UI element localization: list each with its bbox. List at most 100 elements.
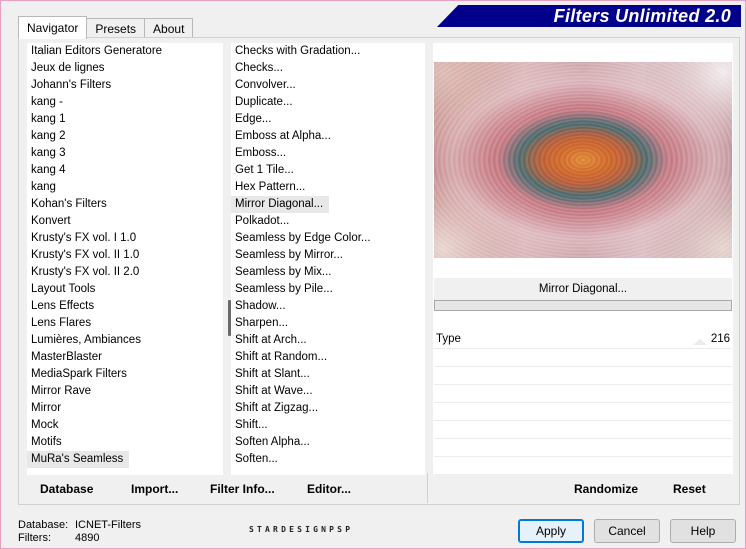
filter-item-label: Shadow... [235, 300, 286, 312]
filter-item[interactable]: Shift at Slant... [231, 366, 425, 383]
filter-item[interactable]: Edge... [231, 111, 425, 128]
tab-navigator[interactable]: Navigator [18, 16, 88, 39]
category-item[interactable]: Mirror Rave [27, 383, 223, 400]
category-item[interactable]: MasterBlaster [27, 349, 223, 366]
parameter-row-empty [434, 421, 732, 439]
filter-item[interactable]: Checks... [231, 60, 425, 77]
filter-item-label: Get 1 Tile... [235, 164, 294, 176]
filter-item[interactable]: Soften Alpha... [231, 434, 425, 451]
category-item[interactable]: kang 2 [27, 128, 223, 145]
cancel-button[interactable]: Cancel [594, 519, 660, 543]
filter-item[interactable]: Shift at Arch... [231, 332, 425, 349]
filter-item-label: Emboss... [235, 147, 287, 159]
category-item[interactable]: Lens Flares [27, 315, 223, 332]
filter-item[interactable]: Get 1 Tile... [231, 162, 425, 179]
filter-item[interactable]: Checks with Gradation... [231, 43, 425, 60]
filter-item[interactable]: Sharpen... [231, 315, 425, 332]
parameter-row-empty [434, 367, 732, 385]
category-item-label: kang - [31, 96, 63, 108]
category-item[interactable]: kang 1 [27, 111, 223, 128]
filter-item-label: Shift at Wave... [235, 385, 313, 397]
category-item[interactable]: Lens Effects [27, 298, 223, 315]
tab-presets[interactable]: Presets [86, 18, 146, 39]
category-item[interactable]: Krusty's FX vol. II 2.0 [27, 264, 223, 281]
filter-item[interactable]: Shift at Zigzag... [231, 400, 425, 417]
parameter-row-type[interactable]: Type 216 [434, 331, 732, 349]
parameter-row-empty [434, 403, 732, 421]
randomize-button[interactable]: Randomize [574, 479, 638, 499]
filter-item[interactable]: Emboss... [231, 145, 425, 162]
editor-button[interactable]: Editor... [307, 479, 351, 499]
help-button[interactable]: Help [670, 519, 736, 543]
apply-button[interactable]: Apply [518, 519, 584, 543]
category-item-label: Italian Editors Generatore [31, 45, 163, 57]
category-item-label: Motifs [31, 436, 62, 448]
filter-item[interactable]: Shift at Wave... [231, 383, 425, 400]
category-item[interactable]: Krusty's FX vol. I 1.0 [27, 230, 223, 247]
category-item[interactable]: MediaSpark Filters [27, 366, 223, 383]
category-item[interactable]: Mock [27, 417, 223, 434]
filter-item-label: Seamless by Edge Color... [235, 232, 371, 244]
filter-item[interactable]: Polkadot... [231, 213, 425, 230]
filter-item-label: Seamless by Mirror... [235, 249, 343, 261]
filter-item[interactable]: Soften... [231, 451, 425, 468]
database-info: Database: ICNET-Filters [18, 519, 141, 532]
category-item[interactable]: Lumières, Ambiances [27, 332, 223, 349]
category-item-label: Konvert [31, 215, 71, 227]
filter-item[interactable]: Seamless by Mix... [231, 264, 425, 281]
category-item[interactable]: Italian Editors Generatore [27, 43, 223, 60]
category-item[interactable]: kang 4 [27, 162, 223, 179]
filter-item[interactable]: Convolver... [231, 77, 425, 94]
category-item-label: Mock [31, 419, 59, 431]
filter-item[interactable]: Seamless by Mirror... [231, 247, 425, 264]
filter-item-label: Shift at Random... [235, 351, 328, 363]
category-item-label: MasterBlaster [31, 351, 102, 363]
category-item[interactable]: kang - [27, 94, 223, 111]
database-label: Database: [18, 519, 69, 531]
database-button[interactable]: Database [40, 479, 93, 499]
filter-item-label: Soften... [235, 453, 278, 465]
category-item[interactable]: Konvert [27, 213, 223, 230]
category-item[interactable]: Mirror [27, 400, 223, 417]
filter-item[interactable]: Shift... [231, 417, 425, 434]
filter-item[interactable]: Shift at Random... [231, 349, 425, 366]
filter-item-label: Emboss at Alpha... [235, 130, 331, 142]
filter-item[interactable]: Seamless by Edge Color... [231, 230, 425, 247]
category-item[interactable]: MuRa's Seamless [27, 451, 223, 468]
category-item-label: Lens Effects [31, 300, 95, 312]
filter-item-label: Seamless by Pile... [235, 283, 333, 295]
filter-item[interactable]: Seamless by Pile... [231, 281, 425, 298]
category-item-label: MuRa's Seamless [27, 451, 130, 468]
category-item-label: Krusty's FX vol. I 1.0 [31, 232, 137, 244]
category-item[interactable]: Jeux de lignes [27, 60, 223, 77]
filter-item[interactable]: Hex Pattern... [231, 179, 425, 196]
filter-item[interactable]: Duplicate... [231, 94, 425, 111]
filter-info-button[interactable]: Filter Info... [210, 479, 275, 499]
category-item[interactable]: Johann's Filters [27, 77, 223, 94]
filter-item-label: Edge... [235, 113, 272, 125]
category-item[interactable]: Kohan's Filters [27, 196, 223, 213]
category-item[interactable]: Layout Tools [27, 281, 223, 298]
filter-item-label: Checks... [235, 62, 283, 74]
filter-item-label: Checks with Gradation... [235, 45, 361, 57]
category-item[interactable]: kang [27, 179, 223, 196]
filter-list[interactable]: Checks with Gradation... Checks... Convolv… [231, 43, 425, 475]
filter-item[interactable]: Shadow... [231, 298, 425, 315]
category-item-label: Krusty's FX vol. II 1.0 [31, 249, 140, 261]
reset-button[interactable]: Reset [673, 479, 706, 499]
filter-item[interactable]: Mirror Diagonal... [231, 196, 425, 213]
category-item[interactable]: Krusty's FX vol. II 1.0 [27, 247, 223, 264]
category-list[interactable]: Italian Editors Generatore Jeux de lignes… [27, 43, 223, 475]
filter-item-label: Hex Pattern... [235, 181, 306, 193]
parameter-row-empty [434, 439, 732, 457]
tab-about[interactable]: About [144, 18, 194, 39]
signature-watermark: STARDESIGNPSP [249, 525, 354, 534]
preview-image [434, 62, 732, 258]
category-item[interactable]: Motifs [27, 434, 223, 451]
import-button[interactable]: Import... [131, 479, 178, 499]
filter-item[interactable]: Emboss at Alpha... [231, 128, 425, 145]
category-item-label: Lens Flares [31, 317, 92, 329]
slider-marker-icon [693, 339, 707, 345]
category-item[interactable]: kang 3 [27, 145, 223, 162]
category-item-label: kang [31, 181, 56, 193]
